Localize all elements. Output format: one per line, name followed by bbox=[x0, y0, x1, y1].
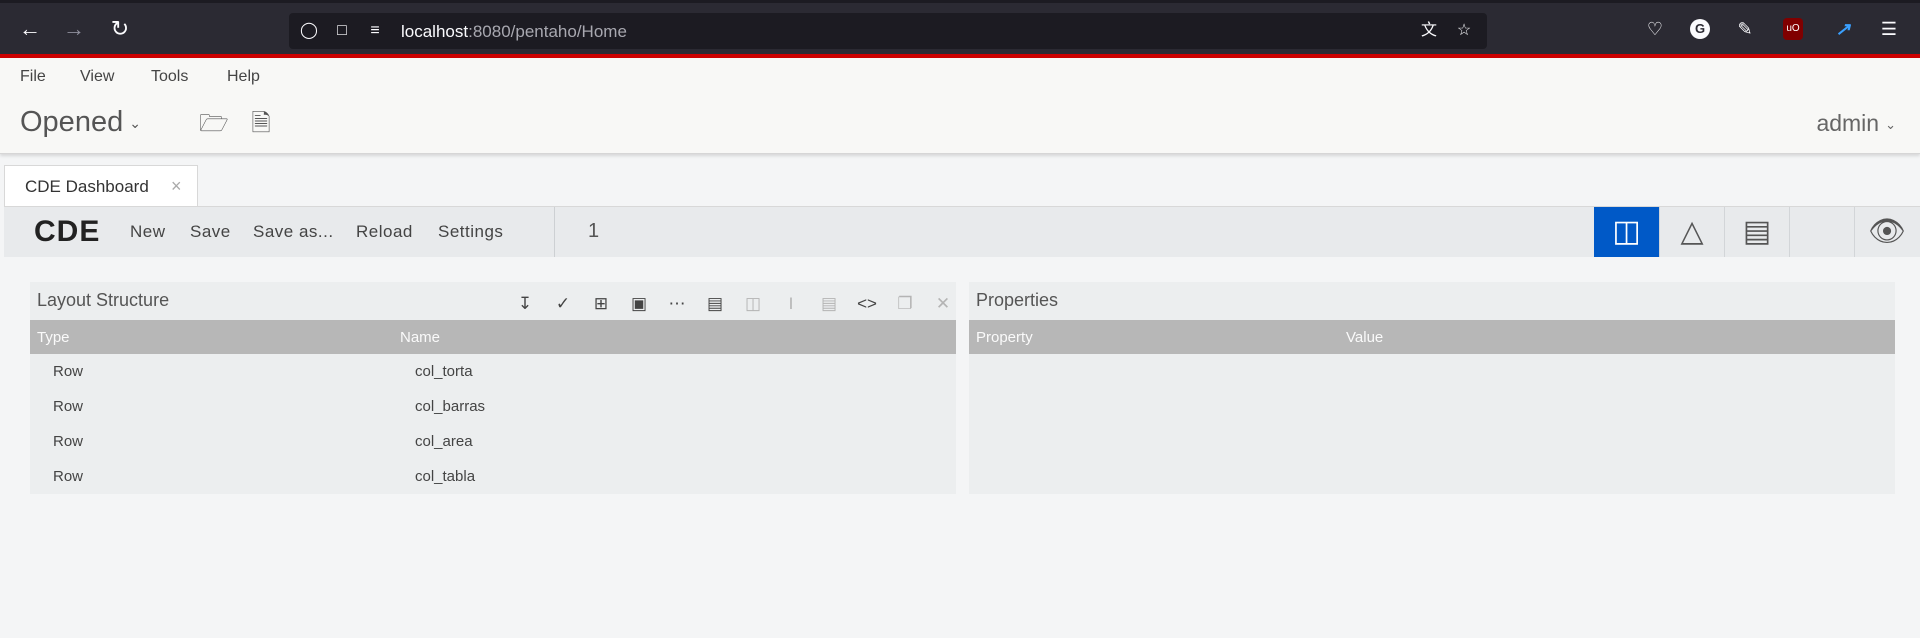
panel-title: Layout Structure bbox=[37, 290, 170, 310]
table-row[interactable]: Row col_area bbox=[30, 424, 956, 459]
cde-toolbar: CDE New Save Save as... Reload Settings … bbox=[4, 207, 1920, 257]
new-button[interactable]: New bbox=[130, 222, 166, 242]
add-image-icon[interactable]: ▤ bbox=[816, 291, 842, 317]
url-text[interactable]: localhost:8080/pentaho/Home bbox=[401, 22, 627, 42]
add-html-icon[interactable]: <> bbox=[854, 291, 880, 317]
chevron-down-icon: ⌄ bbox=[129, 114, 141, 131]
pentaho-header: File View Tools Help Opened ⌄ 🗁 🗎 admin ⌄ bbox=[0, 58, 1920, 154]
settings-button[interactable]: Settings bbox=[438, 222, 503, 242]
row-type: Row bbox=[53, 433, 84, 450]
table-row[interactable]: Row col_tabla bbox=[30, 459, 956, 494]
table-header: Property Value bbox=[969, 320, 1895, 354]
add-row-icon[interactable]: ⊞ bbox=[588, 291, 614, 317]
reload-button[interactable]: Reload bbox=[356, 222, 413, 242]
save-button[interactable]: Save bbox=[190, 222, 231, 242]
extension-icon[interactable]: ↗ bbox=[1831, 17, 1855, 41]
row-name: col_tabla bbox=[415, 468, 476, 485]
datasources-mode-icon[interactable]: ▤ bbox=[1724, 207, 1789, 257]
column-header-property: Property bbox=[976, 329, 1033, 346]
properties-panel: Properties Property Value bbox=[969, 282, 1895, 494]
back-arrow-icon[interactable]: ← bbox=[17, 16, 43, 42]
add-text-icon[interactable]: I bbox=[778, 291, 804, 317]
page-icon[interactable]: □ bbox=[332, 21, 352, 41]
user-menu[interactable]: admin ⌄ bbox=[1816, 110, 1896, 137]
shield-icon[interactable]: ◯ bbox=[299, 21, 319, 41]
toolbar-spacer bbox=[1789, 207, 1854, 257]
close-icon[interactable]: × bbox=[171, 176, 182, 197]
add-freeform-icon[interactable]: ▣ bbox=[626, 291, 652, 317]
tab-label: CDE Dashboard bbox=[25, 177, 149, 196]
preview-icon[interactable]: 👁 bbox=[1854, 207, 1919, 257]
grammarly-icon[interactable]: G bbox=[1690, 19, 1710, 39]
user-name: admin bbox=[1816, 110, 1880, 136]
menu-tools[interactable]: Tools bbox=[151, 68, 188, 86]
column-header-value: Value bbox=[1346, 329, 1384, 346]
chevron-down-icon: ⌄ bbox=[1885, 116, 1896, 132]
add-space-icon[interactable]: ⋯ bbox=[664, 291, 690, 317]
perspective-selector[interactable]: Opened ⌄ bbox=[20, 106, 141, 139]
tab-cde-dashboard[interactable]: CDE Dashboard × bbox=[4, 165, 198, 207]
row-type: Row bbox=[53, 363, 84, 380]
row-name: col_area bbox=[415, 433, 473, 450]
url-path: :8080/pentaho/Home bbox=[468, 22, 627, 41]
column-header-type: Type bbox=[37, 329, 70, 346]
layout-rows: Row col_torta Row col_barras Row col_are… bbox=[30, 354, 956, 494]
menu-file[interactable]: File bbox=[20, 68, 46, 86]
row-name: col_barras bbox=[415, 398, 486, 415]
new-file-icon[interactable]: 🗎 bbox=[247, 110, 275, 138]
add-column-icon[interactable]: ◫ bbox=[740, 291, 766, 317]
menu-help[interactable]: Help bbox=[227, 68, 260, 86]
table-header: Type Name bbox=[30, 320, 956, 354]
table-row[interactable]: Row col_barras bbox=[30, 389, 956, 424]
reload-icon[interactable]: ↻ bbox=[107, 16, 133, 42]
toolbar-divider bbox=[554, 207, 555, 257]
delete-icon[interactable]: ✕ bbox=[930, 291, 956, 317]
ublock-icon[interactable]: uO bbox=[1783, 18, 1803, 40]
browser-toolbar: ← → ↻ ◯ □ ≡ localhost:8080/pentaho/Home … bbox=[0, 0, 1920, 54]
row-name: col_torta bbox=[415, 363, 473, 380]
perspective-label: Opened bbox=[20, 106, 124, 138]
components-mode-icon[interactable]: △ bbox=[1659, 207, 1724, 257]
pocket-icon[interactable]: ♡ bbox=[1643, 17, 1667, 41]
add-resource-icon[interactable]: ↧ bbox=[512, 291, 538, 317]
page-number: 1 bbox=[588, 220, 600, 242]
column-header-name: Name bbox=[400, 329, 441, 346]
url-host: localhost bbox=[401, 22, 469, 41]
row-type: Row bbox=[53, 468, 84, 485]
hamburger-menu-icon[interactable]: ☰ bbox=[1877, 17, 1901, 41]
panel-title: Properties bbox=[976, 290, 1059, 310]
extensions-icon[interactable]: ✎ bbox=[1733, 17, 1757, 41]
bookmark-star-icon[interactable]: ☆ bbox=[1454, 21, 1474, 41]
layout-structure-panel: Layout Structure ↧ ✓ ⊞ ▣ ⋯ ▤ ◫ I ▤ <> ❐ … bbox=[30, 282, 956, 494]
cde-logo: CDE bbox=[34, 215, 101, 248]
table-row[interactable]: Row col_torta bbox=[30, 354, 956, 389]
address-bar[interactable]: ◯ □ ≡ localhost:8080/pentaho/Home 文 ☆ bbox=[289, 13, 1487, 49]
menu-view[interactable]: View bbox=[80, 68, 114, 86]
open-folder-icon[interactable]: 🗁 bbox=[199, 110, 229, 138]
layout-mode-icon[interactable]: ◫ bbox=[1594, 207, 1659, 257]
row-type: Row bbox=[53, 398, 84, 415]
permissions-icon[interactable]: ≡ bbox=[365, 21, 385, 41]
add-bootstrap-panel-icon[interactable]: ✓ bbox=[550, 291, 576, 317]
save-as-button[interactable]: Save as... bbox=[253, 222, 334, 242]
forward-arrow-icon[interactable]: → bbox=[61, 16, 87, 42]
add-columns-icon[interactable]: ▤ bbox=[702, 291, 728, 317]
duplicate-icon[interactable]: ❐ bbox=[892, 291, 918, 317]
translate-icon[interactable]: 文 bbox=[1419, 21, 1439, 41]
